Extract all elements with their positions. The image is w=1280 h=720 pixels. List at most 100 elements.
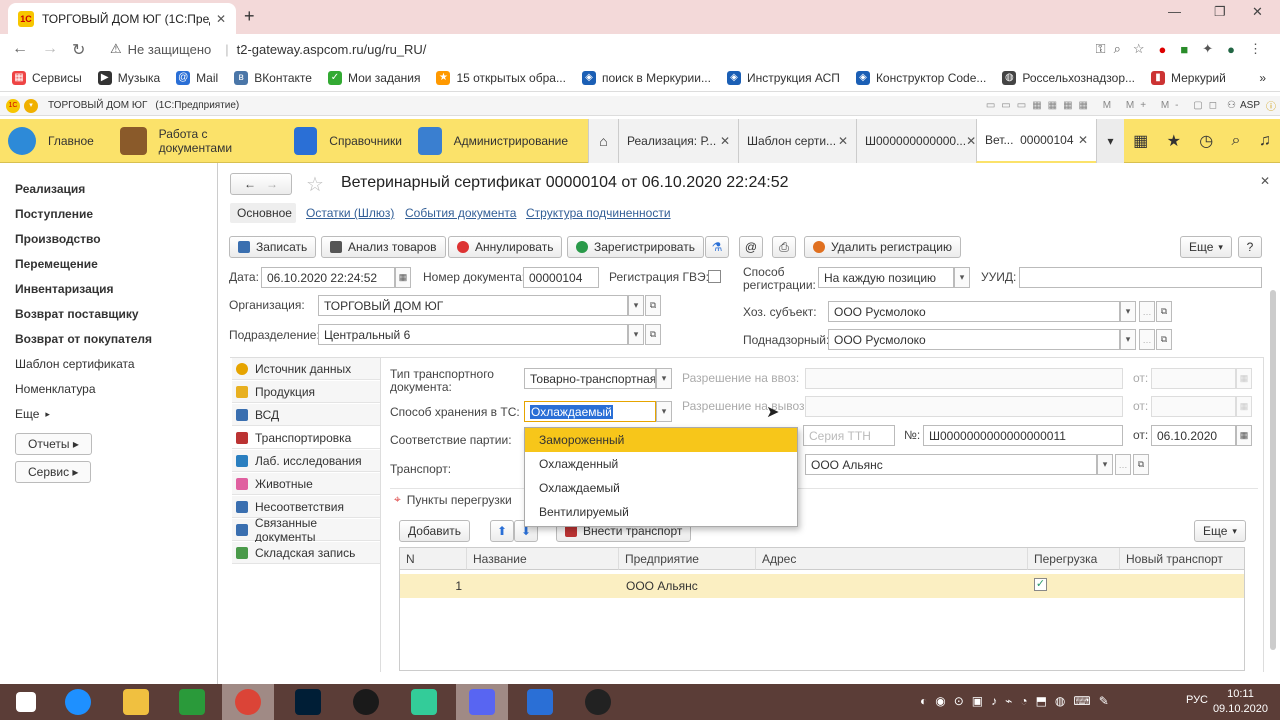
nav-item-return-supplier[interactable]: Возврат поставщику [15,302,217,327]
vertical-scrollbar[interactable] [1270,290,1276,650]
bookmark-mercury[interactable]: ▮ Меркурий [1151,70,1226,85]
bookmark-tasks[interactable]: ✓ Мои задания [327,70,420,85]
browser-tab[interactable]: 1С ТОРГОВЫЙ ДОМ ЮГ (1С:Предп ✕ [8,3,236,34]
link-main[interactable]: Основное [237,206,292,220]
taskbar-store[interactable] [166,684,218,720]
nav-item-more[interactable]: Еще ▸ [15,402,217,427]
close-tab-icon[interactable]: ✕ [1078,133,1088,147]
col-company[interactable]: Предприятие [619,548,756,570]
storage-dropdown-icon[interactable]: ▾ [656,401,672,422]
storage-field[interactable]: Охлаждаемый [524,401,656,422]
tab-vsd[interactable]: ВСД [232,404,380,426]
reload-group-header[interactable]: ⌖ Пункты перегрузки [394,492,512,507]
import-date-field[interactable] [1151,368,1236,389]
ttn-date-field[interactable]: 06.10.2020 [1151,425,1236,446]
link-events[interactable]: События документа [405,206,516,220]
taskbar-obs[interactable] [572,684,624,720]
analyze-button[interactable]: Анализ товаров [321,236,446,258]
cancel-certificate-button[interactable]: Аннулировать [448,236,563,258]
tab-animals[interactable]: Животные [232,473,380,495]
bell-icon[interactable]: ♫ [1259,132,1271,150]
option-frozen[interactable]: Замороженный [525,428,797,452]
tab-transport[interactable]: Транспортировка [232,427,380,449]
profile-avatar[interactable]: ● [1227,42,1235,57]
supervised-dropdown-icon[interactable]: ▾ [1120,329,1136,350]
gve-checkbox[interactable] [708,270,721,283]
taskbar-chrome[interactable] [222,684,274,720]
reload-checkbox-checked[interactable]: ✓ [1034,578,1047,591]
nav-item-return-customer[interactable]: Возврат от покупателя [15,327,217,352]
microscope-button[interactable]: ⚗ [705,236,729,258]
help-button[interactable]: ? [1238,236,1262,258]
close-tab-icon[interactable]: ✕ [720,134,730,148]
col-new-transport[interactable]: Новый транспорт [1120,548,1244,570]
division-open-icon[interactable]: ⧉ [645,324,661,345]
subject-open-icon[interactable]: ⧉ [1156,301,1172,322]
bookmark-code-builder[interactable]: ◈ Конструктор Code... [855,70,986,85]
bookmark-services[interactable]: ▦ Сервисы [12,70,82,85]
tab-warehouse[interactable]: Складская запись [232,542,380,564]
more-button[interactable]: Еще ▾ [1180,236,1232,258]
nav-item-nomenclature[interactable]: Номенклатура [15,377,217,402]
arrow-left-icon[interactable]: ← [244,177,256,191]
export-date-field[interactable] [1151,396,1236,417]
nav-item-production[interactable]: Производство [15,227,217,252]
taskbar-ie[interactable] [52,684,104,720]
bookmark-rsn[interactable]: ◍ Россельхознадзор... [1002,70,1135,85]
nav-back-forward[interactable]: ← → [230,173,292,195]
date-field[interactable]: 06.10.2020 22:24:52 [261,267,395,288]
new-tab-icon[interactable]: + [244,6,255,27]
minimize-icon[interactable]: — [1168,4,1181,19]
email-button[interactable]: @ [739,236,763,258]
bookmark-asp-guide[interactable]: ◈ Инструкция АСП [726,70,840,85]
table-row[interactable]: 1 ООО Альянс ✓ [400,574,1244,598]
link-structure[interactable]: Структура подчиненности [526,206,671,220]
clock[interactable]: 10:11 09.10.2020 [1213,687,1268,717]
open-tab-realization[interactable]: Реализация: Р... ✕ [618,119,738,163]
uuid-field[interactable] [1019,267,1262,288]
section-documents[interactable]: Работа с документами [112,119,286,163]
nav-item-receipt[interactable]: Поступление [15,202,217,227]
tab-lab[interactable]: Лаб. исследования [232,450,380,472]
regmode-field[interactable]: На каждую позицию [818,267,954,288]
carrier-open-icon[interactable]: ⧉ [1133,454,1149,475]
option-chilled[interactable]: Охлажденный [525,452,797,476]
export-permit-field[interactable] [805,396,1123,417]
language-indicator[interactable]: РУС [1186,694,1208,706]
save-button[interactable]: Записать [229,236,317,258]
transport-type-dropdown-icon[interactable]: ▾ [656,368,672,389]
user-icon[interactable]: ⚇ [1227,100,1236,111]
ttn-number-field[interactable]: Ш0000000000000000011 [923,425,1123,446]
app-menu-icon[interactable]: ▾ [24,98,38,113]
register-button[interactable]: Зарегистрировать [567,236,704,258]
opera-ext-icon[interactable]: ● [1159,42,1167,57]
close-tab-icon[interactable]: ✕ [838,134,848,148]
section-admin[interactable]: Администрирование [410,119,576,163]
supervised-open-icon[interactable]: ⧉ [1156,329,1172,350]
bookmark-mail[interactable]: @ Mail [176,70,218,85]
org-open-icon[interactable]: ⧉ [645,295,661,316]
section-catalogs[interactable]: Справочники [286,119,410,163]
add-row-button[interactable]: Добавить [399,520,471,542]
carrier-select-icon[interactable]: … [1115,454,1131,475]
more-bookmarks-icon[interactable]: » [1259,71,1266,85]
reports-button[interactable]: Отчеты ▸ [15,433,92,455]
unregister-button[interactable]: Удалить регистрацию [804,236,961,258]
open-tab-sh[interactable]: Ш000000000000... ✕ [856,119,976,163]
taskbar-explorer[interactable] [110,684,162,720]
subject-dropdown-icon[interactable]: ▾ [1120,301,1136,322]
tabs-list-button[interactable]: ▾ [1096,119,1124,163]
history-icon[interactable]: ◷ [1199,131,1213,151]
nav-item-template[interactable]: Шаблон сертификата [15,352,217,377]
docnum-field[interactable]: 00000104 [523,267,599,288]
subject-field[interactable]: ООО Русмолоко [828,301,1120,322]
close-tab-icon[interactable]: ✕ [966,134,976,148]
export-calendar-icon[interactable]: ▦ [1236,396,1252,417]
close-tab-icon[interactable]: ✕ [216,12,226,26]
info-icon[interactable]: ⓘ [1266,98,1276,113]
option-ventilated[interactable]: Вентилируемый [525,500,797,524]
col-address[interactable]: Адрес [756,548,1028,570]
close-window-icon[interactable]: ✕ [1252,4,1263,20]
open-tab-template[interactable]: Шаблон серти... ✕ [738,119,856,163]
org-field[interactable]: ТОРГОВЫЙ ДОМ ЮГ [318,295,628,316]
